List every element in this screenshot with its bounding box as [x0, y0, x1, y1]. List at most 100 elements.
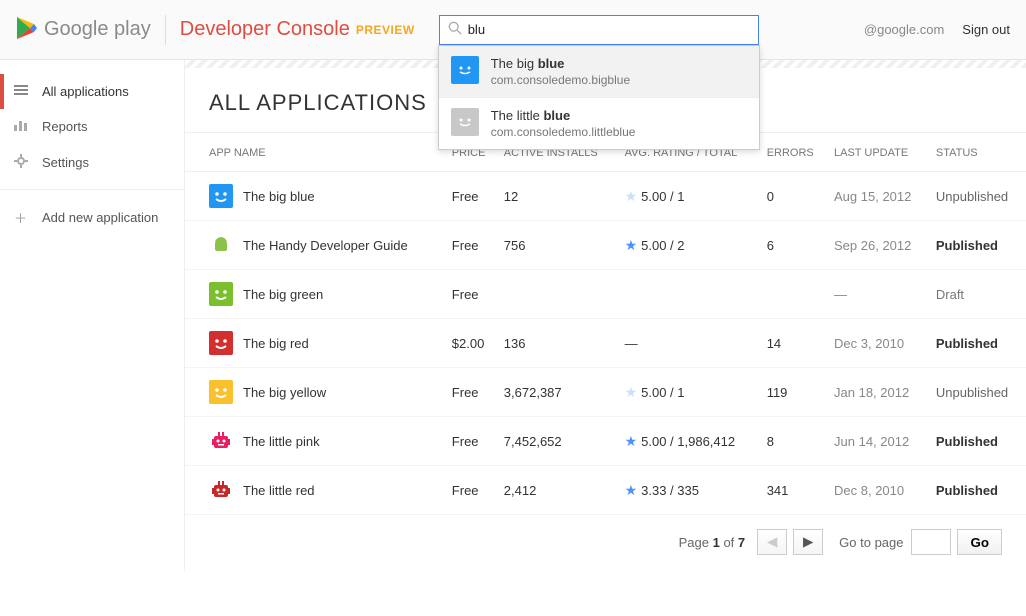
column-header[interactable]: LAST UPDATE [828, 133, 930, 172]
status: Published [930, 466, 1026, 515]
star-icon: ★ [625, 433, 638, 449]
add-new-application[interactable]: ＋ Add new application [0, 198, 184, 237]
goto-label: Go to page [839, 535, 903, 550]
app-name: The Handy Developer Guide [243, 238, 408, 253]
app-icon [451, 56, 479, 84]
table-row[interactable]: The big yellowFree3,672,387★5.00 / 1119J… [185, 368, 1026, 417]
errors: 6 [761, 221, 828, 270]
errors: 14 [761, 319, 828, 368]
errors [761, 270, 828, 319]
star-icon: ★ [625, 188, 638, 204]
next-page-button[interactable]: ▶ [793, 529, 823, 555]
preview-badge: PREVIEW [356, 23, 415, 37]
status: Published [930, 417, 1026, 466]
star-icon: ★ [625, 237, 638, 253]
app-icon [209, 184, 233, 208]
prev-page-button[interactable]: ◀ [757, 529, 787, 555]
price: Free [446, 221, 498, 270]
last-update: Jan 18, 2012 [828, 368, 930, 417]
status: Unpublished [930, 172, 1026, 221]
play-logo-icon [16, 16, 38, 43]
status: Published [930, 319, 1026, 368]
list-icon [14, 84, 32, 99]
avg-rating: — [619, 319, 761, 368]
column-header[interactable]: ERRORS [761, 133, 828, 172]
column-header[interactable]: STATUS [930, 133, 1026, 172]
app-icon [209, 380, 233, 404]
app-icon [209, 478, 233, 502]
suggestion-package: com.consoledemo.littleblue [491, 125, 636, 139]
app-icon [451, 108, 479, 136]
last-update: — [828, 270, 930, 319]
app-icon [209, 331, 233, 355]
status: Published [930, 221, 1026, 270]
sidebar: All applications Reports Settings ＋ Add ne… [0, 60, 185, 571]
errors: 8 [761, 417, 828, 466]
active-installs: 136 [498, 319, 619, 368]
star-icon: ★ [625, 482, 638, 498]
gear-icon [14, 154, 32, 171]
active-installs [498, 270, 619, 319]
price: Free [446, 466, 498, 515]
errors: 119 [761, 368, 828, 417]
bar-chart-icon [14, 119, 32, 134]
table-row[interactable]: The big blueFree12★5.00 / 10Aug 15, 2012… [185, 172, 1026, 221]
star-icon: ★ [625, 384, 638, 400]
search-input[interactable] [468, 22, 750, 37]
chevron-left-icon: ◀ [767, 534, 777, 550]
avg-rating: ★5.00 / 1,986,412 [619, 417, 761, 466]
avg-rating [619, 270, 761, 319]
sidebar-item-all-applications[interactable]: All applications [0, 74, 184, 109]
app-name: The big green [243, 287, 323, 302]
table-row[interactable]: The little redFree2,412★3.33 / 335341Dec… [185, 466, 1026, 515]
price: Free [446, 368, 498, 417]
sidebar-item-settings[interactable]: Settings [0, 144, 184, 181]
pager: Page 1 of 7 ◀ ▶ Go to page Go [185, 515, 1026, 555]
divider [165, 15, 166, 45]
goto-page-input[interactable] [911, 529, 951, 555]
app-name: The little red [243, 483, 315, 498]
status: Unpublished [930, 368, 1026, 417]
table-row[interactable]: The little pinkFree7,452,652★5.00 / 1,98… [185, 417, 1026, 466]
sidebar-item-label: All applications [42, 84, 129, 99]
search-suggestion-item[interactable]: The little blue com.consoledemo.littleblu… [439, 97, 759, 149]
search-box[interactable] [439, 15, 759, 45]
app-name: The big red [243, 336, 309, 351]
active-installs: 7,452,652 [498, 417, 619, 466]
active-installs: 2,412 [498, 466, 619, 515]
active-installs: 756 [498, 221, 619, 270]
table-row[interactable]: The big greenFree—Draft [185, 270, 1026, 319]
sidebar-item-label: Reports [42, 119, 88, 134]
user-email[interactable]: @google.com [864, 22, 944, 37]
price: Free [446, 172, 498, 221]
divider [0, 189, 184, 190]
console-title: Developer Console [180, 18, 350, 41]
sidebar-item-reports[interactable]: Reports [0, 109, 184, 144]
app-name: The big blue [243, 189, 315, 204]
price: Free [446, 417, 498, 466]
app-icon [209, 282, 233, 306]
avg-rating: ★5.00 / 2 [619, 221, 761, 270]
go-button[interactable]: Go [957, 529, 1002, 555]
table-row[interactable]: The Handy Developer Guide Free756★5.00 / … [185, 221, 1026, 270]
avg-rating: ★3.33 / 335 [619, 466, 761, 515]
sign-out-link[interactable]: Sign out [962, 22, 1010, 37]
app-icon [209, 233, 233, 257]
search-icon [448, 21, 462, 38]
suggestion-title: The little blue [491, 108, 636, 123]
sidebar-item-label: Settings [42, 155, 89, 170]
chevron-right-icon: ▶ [803, 534, 813, 550]
logo[interactable]: Google play [16, 16, 151, 43]
column-header[interactable]: APP NAME [185, 133, 446, 172]
plus-icon: ＋ [14, 208, 32, 227]
apps-table: APP NAMEPRICEACTIVE INSTALLSAVG. RATING … [185, 133, 1026, 515]
header-right: @google.com Sign out [864, 22, 1010, 37]
price: Free [446, 270, 498, 319]
last-update: Sep 26, 2012 [828, 221, 930, 270]
last-update: Aug 15, 2012 [828, 172, 930, 221]
table-row[interactable]: The big red$2.00136—14Dec 3, 2010Publish… [185, 319, 1026, 368]
suggestion-package: com.consoledemo.bigblue [491, 73, 630, 87]
suggestion-title: The big blue [491, 56, 630, 71]
search-suggestion-item[interactable]: The big blue com.consoledemo.bigblue [439, 46, 759, 97]
price: $2.00 [446, 319, 498, 368]
